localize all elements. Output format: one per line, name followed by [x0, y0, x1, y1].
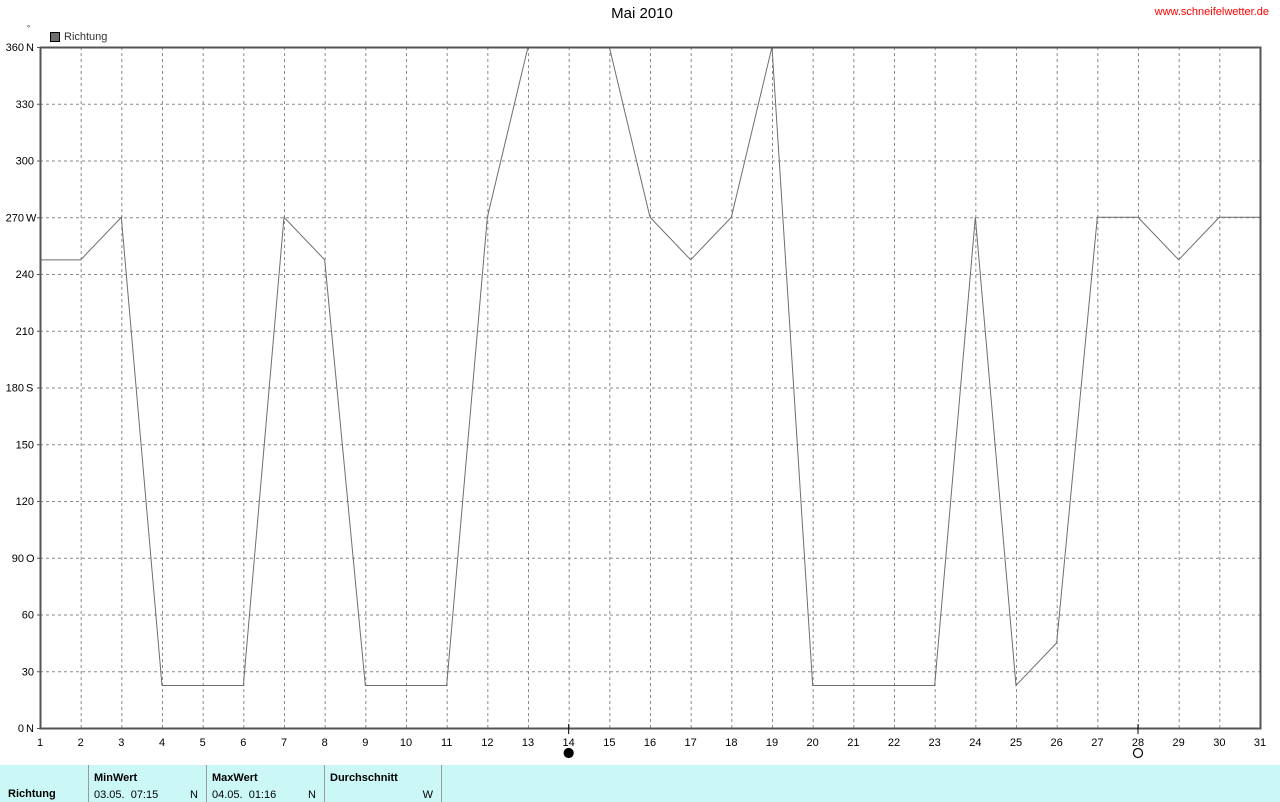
x-tick-label: 16: [644, 737, 656, 749]
stat-avg: Durchschnitt W: [324, 765, 442, 802]
x-tick-label: 4: [159, 737, 165, 749]
x-tick-label: 2: [78, 737, 84, 749]
y-tick-label: 30: [22, 666, 34, 678]
x-tick-label: 13: [522, 737, 534, 749]
x-tick-label: 18: [725, 737, 737, 749]
x-tick-label: 12: [481, 737, 493, 749]
stat-max: MaxWert 04.05. 01:16 N: [206, 765, 324, 802]
stats-panel: Richtung MinWert 03.05. 07:15 N MaxWert …: [0, 765, 1280, 802]
y-tick-label: 150: [16, 439, 34, 451]
x-tick-label: 3: [118, 737, 124, 749]
x-tick-label: 30: [1213, 737, 1225, 749]
y-tick-label: 330: [16, 99, 34, 111]
x-tick-label: 28: [1132, 737, 1144, 749]
y-tick-direction: N: [26, 723, 34, 735]
stat-min-head: MinWert: [94, 772, 138, 784]
y-tick-direction: W: [26, 212, 37, 224]
y-tick-label: 120: [16, 496, 34, 508]
stat-max-dir: N: [308, 789, 316, 801]
x-tick-label: 22: [888, 737, 900, 749]
y-tick-label: 270: [6, 212, 24, 224]
y-tick-label: 180: [6, 383, 24, 395]
y-tick-label: 90: [12, 553, 24, 565]
x-tick-label: 14: [563, 737, 575, 749]
full-moon-icon: [1132, 747, 1144, 759]
stat-avg-head: Durchschnitt: [330, 772, 398, 784]
y-tick-direction: O: [26, 553, 35, 565]
y-tick-label: 360: [6, 42, 24, 54]
y-tick-label: 0: [18, 723, 24, 735]
series-line-richtung: [608, 46, 1260, 687]
y-tick-label: 240: [16, 269, 34, 281]
y-tick-direction: S: [26, 383, 33, 395]
stat-min: MinWert 03.05. 07:15 N: [88, 765, 206, 802]
stat-avg-dir: W: [422, 789, 433, 801]
new-moon-icon: [563, 747, 574, 759]
x-tick-label: 10: [400, 737, 412, 749]
stat-min-when: 03.05. 07:15: [94, 789, 159, 801]
x-tick-label: 20: [807, 737, 819, 749]
x-tick-label: 27: [1091, 737, 1103, 749]
x-tick-label: 1: [37, 737, 43, 749]
y-tick-direction: N: [26, 42, 34, 54]
y-tick-label: 300: [16, 156, 34, 168]
x-tick-label: 19: [766, 737, 778, 749]
x-tick-label: 26: [1051, 737, 1063, 749]
x-tick-label: 8: [322, 737, 328, 749]
stat-max-head: MaxWert: [212, 772, 258, 784]
stat-min-dir: N: [190, 789, 198, 801]
chart-plot: 0 N306090 O120150180 S210240270 W300330360 N1…: [6, 42, 1266, 759]
x-tick-label: 29: [1173, 737, 1185, 749]
x-tick-label: 25: [1010, 737, 1022, 749]
x-tick-label: 15: [603, 737, 615, 749]
x-tick-label: 17: [685, 737, 697, 749]
x-tick-label: 7: [281, 737, 287, 749]
x-tick-label: 9: [362, 737, 368, 749]
stat-max-when: 04.05. 01:16: [212, 789, 277, 801]
x-tick-label: 5: [200, 737, 206, 749]
y-tick-label: 60: [22, 610, 34, 622]
stats-row-label: Richtung: [8, 788, 56, 800]
x-tick-label: 11: [441, 737, 452, 749]
y-tick-label: 210: [16, 326, 34, 338]
x-tick-label: 31: [1254, 737, 1266, 749]
x-tick-label: 6: [240, 737, 246, 749]
x-tick-label: 24: [969, 737, 981, 749]
x-tick-label: 21: [847, 737, 859, 749]
x-tick-label: 23: [929, 737, 941, 749]
